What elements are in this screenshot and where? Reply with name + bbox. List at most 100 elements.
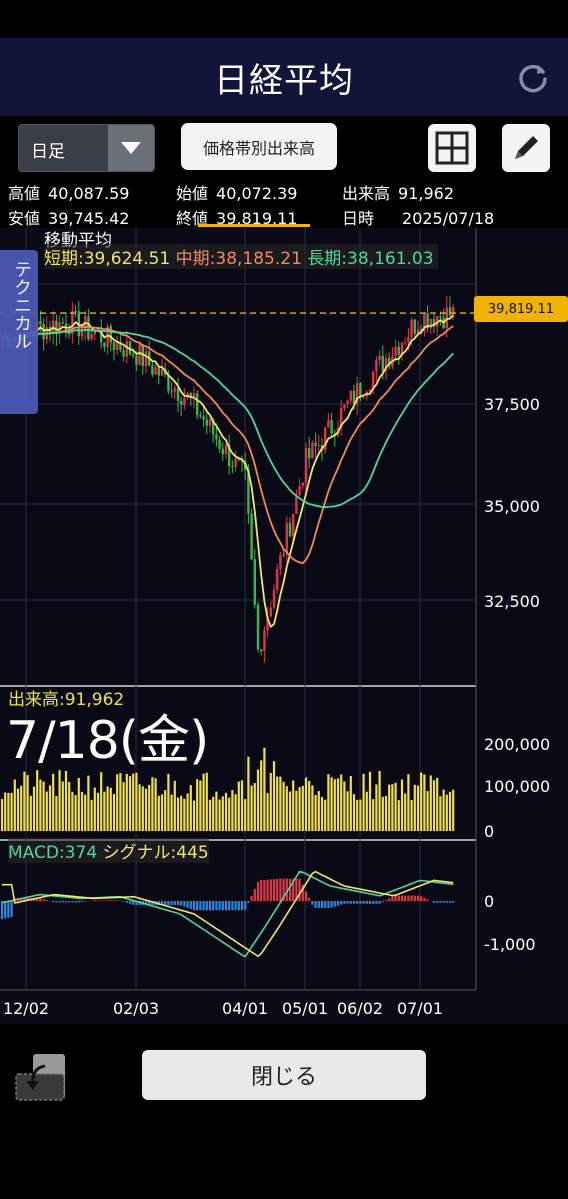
- candle-body: [192, 393, 196, 398]
- volume-bar: [436, 778, 439, 831]
- volume-bar: [397, 800, 400, 831]
- volume-bar: [144, 788, 148, 831]
- volume-bar: [196, 779, 199, 831]
- volume-bar: [311, 785, 314, 831]
- volume-bar: [276, 776, 279, 831]
- volume-by-price-button[interactable]: 価格帯別出来高: [181, 123, 337, 170]
- volume-bar: [74, 795, 77, 831]
- volume-bar: [116, 774, 119, 831]
- macd-histogram-bar: [432, 901, 436, 903]
- volume-bar: [301, 785, 304, 831]
- macd-histogram-bar: [215, 901, 218, 911]
- candle-body: [445, 307, 448, 329]
- macd-histogram-bar: [404, 895, 407, 901]
- period-select[interactable]: 日足: [18, 124, 155, 172]
- volume-bar: [132, 773, 135, 831]
- price-tick-label: 35,000: [484, 497, 540, 516]
- volume-bar: [16, 788, 20, 831]
- volume-bar: [240, 780, 244, 831]
- volume-bar: [247, 756, 250, 831]
- quote-info: 高値 40,087.59 安値 39,745.42 始値 40,072.39 終値 39…: [0, 178, 568, 228]
- refresh-icon[interactable]: [516, 60, 550, 94]
- macd-histogram-bar: [407, 895, 410, 901]
- macd-histogram-bar: [180, 901, 183, 906]
- macd-histogram-bar: [244, 901, 247, 910]
- signal-value: シグナル:445: [102, 843, 209, 863]
- volume-bar: [93, 787, 96, 831]
- ma-long-value: 長期:38,161.03: [307, 249, 434, 269]
- open-value: 40,072.39: [216, 184, 298, 203]
- volume-bar: [224, 792, 228, 831]
- volume-bar: [106, 786, 109, 831]
- macd-histogram-bar: [388, 898, 391, 901]
- volume-bar: [221, 796, 224, 831]
- volume-bar: [0, 799, 4, 831]
- high-label: 高値: [8, 184, 41, 203]
- candle-body: [282, 554, 285, 556]
- close-button[interactable]: 閉じる: [142, 1050, 426, 1100]
- candle-body: [448, 307, 452, 316]
- macd-histogram-bar: [10, 901, 13, 917]
- volume-bar: [80, 791, 84, 831]
- rotate-screen-icon[interactable]: [15, 1052, 67, 1102]
- candle-body: [202, 416, 205, 420]
- macd-histogram-bar: [442, 901, 445, 903]
- macd-histogram-bar: [324, 901, 327, 909]
- candle-body: [378, 355, 381, 360]
- macd-histogram-bar: [240, 901, 244, 911]
- candle-body: [272, 589, 276, 608]
- candle-body: [276, 568, 279, 590]
- volume-bar: [218, 799, 221, 831]
- macd-histogram-bar: [362, 901, 365, 904]
- macd-histogram-bar: [308, 897, 311, 901]
- volume-bar: [308, 780, 311, 831]
- macd-histogram-bar: [256, 882, 260, 901]
- macd-histogram-bar: [250, 895, 253, 901]
- volume-bar: [189, 785, 192, 831]
- draw-button[interactable]: [502, 124, 550, 172]
- macd-histogram-bar: [170, 901, 173, 906]
- candle-body: [218, 439, 221, 449]
- date-tick-label: 07/01: [397, 999, 443, 1018]
- open-label: 始値: [176, 184, 209, 203]
- chart-area[interactable]: 37,500 35,000 32,500 200,000 100,000 0 0 -1,000…: [0, 228, 568, 1024]
- layout-grid-button[interactable]: [428, 124, 476, 172]
- volume-bar: [84, 794, 87, 831]
- volume-bar: [448, 791, 452, 831]
- volume-bar: [320, 796, 324, 831]
- macd-histogram-bar: [336, 901, 340, 906]
- macd-histogram-bar: [288, 878, 292, 901]
- macd-histogram-bar: [164, 901, 167, 906]
- technical-tab-label: テクニカル: [11, 260, 32, 350]
- volume-bar: [423, 774, 426, 831]
- macd-histogram-bar: [202, 901, 205, 911]
- date-tick-label: 04/01: [222, 999, 268, 1018]
- volume-bar: [87, 775, 90, 831]
- macd-histogram-bar: [260, 879, 263, 901]
- chevron-down-icon: [108, 125, 154, 171]
- price-tick-label: 32,500: [484, 592, 540, 611]
- candle-body: [205, 419, 208, 426]
- macd-histogram-bar: [106, 900, 109, 901]
- candle-body: [397, 346, 400, 355]
- chart-svg: 37,500 35,000 32,500 200,000 100,000 0 0 -1,000…: [0, 228, 550, 1018]
- macd-histogram-bar: [311, 901, 314, 905]
- macd-histogram-bar: [80, 901, 84, 903]
- volume-bar: [157, 795, 160, 831]
- volume-bar: [90, 799, 93, 831]
- volume-value: 91,962: [398, 184, 454, 203]
- volume-bar: [237, 781, 240, 831]
- macd-histogram-bar: [208, 901, 212, 911]
- volume-bar: [180, 795, 183, 831]
- volume-bar: [295, 790, 298, 831]
- candle-body: [327, 420, 330, 428]
- macd-histogram-bar: [77, 901, 80, 903]
- volume-bar: [330, 777, 333, 831]
- macd-histogram-bar: [375, 901, 378, 904]
- macd-histogram-bar: [420, 896, 423, 901]
- high-value: 40,087.59: [48, 184, 130, 203]
- macd-histogram-bar: [224, 901, 228, 911]
- volume-bar: [164, 790, 167, 831]
- technical-tab[interactable]: テクニカル: [0, 250, 38, 414]
- volume-bar: [333, 779, 336, 831]
